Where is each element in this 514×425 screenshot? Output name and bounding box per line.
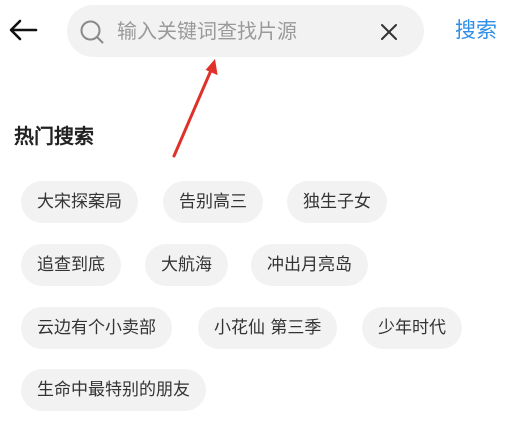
hot-search-tag[interactable]: 小花仙 第三季 [198, 307, 338, 349]
search-icon [80, 20, 104, 44]
search-input[interactable] [117, 15, 367, 47]
hot-search-tag[interactable]: 冲出月亮岛 [251, 244, 368, 286]
back-button[interactable] [6, 14, 42, 48]
back-arrow-icon [9, 19, 38, 41]
hot-search-title: 热门搜索 [14, 124, 94, 148]
hot-search-tag[interactable]: 告别高三 [163, 181, 263, 223]
search-box[interactable] [67, 5, 424, 57]
hot-search-tag[interactable]: 独生子女 [287, 181, 387, 223]
hot-search-tag[interactable]: 云边有个小卖部 [21, 307, 172, 349]
hot-search-tag[interactable]: 大航海 [145, 244, 228, 286]
hot-search-tag[interactable]: 生命中最特别的朋友 [21, 369, 206, 411]
hot-search-tag[interactable]: 追查到底 [21, 244, 121, 286]
hot-search-tag[interactable]: 大宋探案局 [21, 181, 138, 223]
search-button[interactable]: 搜索 [455, 14, 497, 46]
hot-search-tag[interactable]: 少年时代 [362, 307, 462, 349]
close-icon[interactable] [377, 20, 401, 44]
